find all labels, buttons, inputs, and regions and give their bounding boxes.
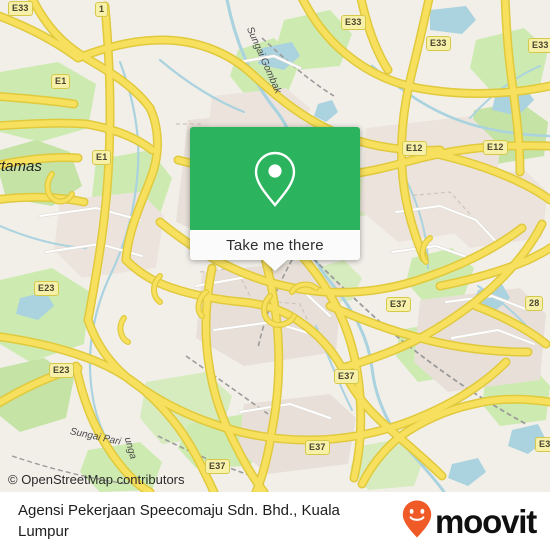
road-shield-e37: E37 [334, 369, 359, 384]
map-place-label: rtamas [0, 158, 42, 175]
osm-attribution[interactable]: © OpenStreetMap contributors [8, 472, 185, 487]
popup-cta-bar[interactable]: Take me there [190, 230, 360, 260]
road-shield-e1: E1 [51, 74, 71, 89]
moovit-logo[interactable]: moovit [402, 500, 537, 543]
map-screenshot: .park { fill:#cdebb0; } .park2 { fill:#d… [0, 0, 550, 550]
moovit-wordmark: moovit [435, 502, 537, 540]
road-shield-e37: E37 [535, 437, 550, 452]
take-me-there-label: Take me there [226, 236, 324, 254]
road-shield-e23: E23 [34, 281, 59, 296]
road-shield-e33: E33 [528, 38, 550, 53]
road-shield-e37: E37 [205, 459, 230, 474]
footer-bar: Agensi Pekerjaan Speecomaju Sdn. Bhd., K… [0, 492, 550, 550]
road-shield-e12: E12 [483, 140, 508, 155]
road-shield-e12: E12 [402, 141, 427, 156]
road-shield-e23: E23 [49, 363, 74, 378]
popup-tail-pointer [263, 260, 287, 271]
map-popup-card[interactable]: Take me there [190, 127, 360, 271]
road-shield-e1: E1 [92, 150, 112, 165]
road-shield-e37: E37 [386, 297, 411, 312]
road-shield-e33: E33 [426, 36, 451, 51]
road-shield-e37: E37 [305, 440, 330, 455]
road-shield-e33: E33 [8, 1, 33, 16]
map-canvas[interactable]: .park { fill:#cdebb0; } .park2 { fill:#d… [0, 0, 550, 492]
road-shield-28: 28 [525, 296, 544, 311]
road-shield-e33: E33 [341, 15, 366, 30]
place-title: Agensi Pekerjaan Speecomaju Sdn. Bhd., K… [18, 502, 340, 540]
road-shield-1: 1 [95, 2, 109, 17]
popup-header [190, 127, 360, 230]
moovit-smiley-pin-icon [402, 500, 432, 543]
location-pin-icon [252, 149, 298, 209]
